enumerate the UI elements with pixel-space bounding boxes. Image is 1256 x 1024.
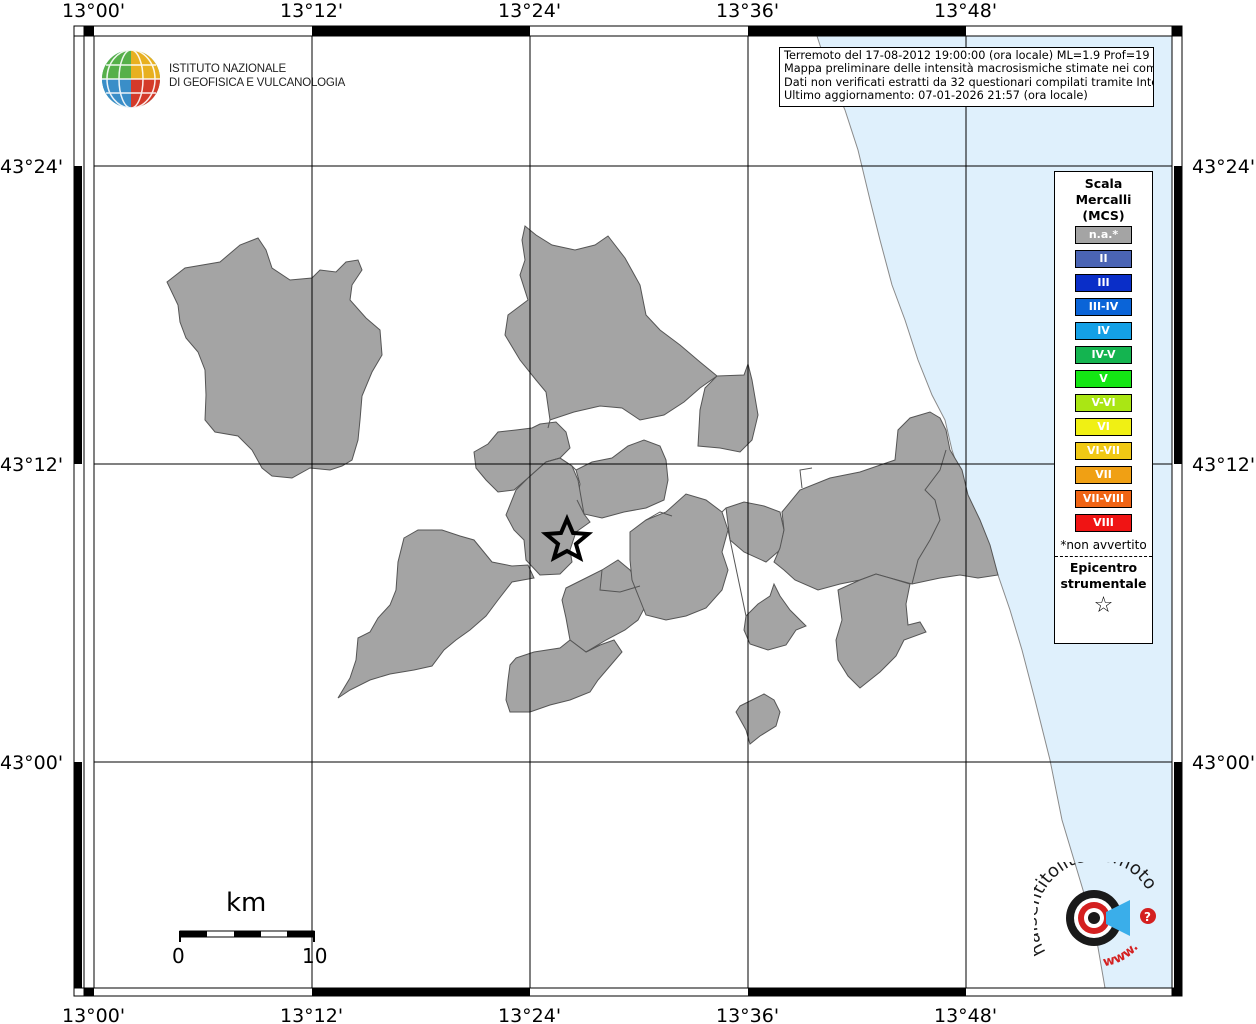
legend-items: n.a.* II III III-IV IV IV-V V V-VI VI VI-VII VII VI… [1055,226,1152,532]
lat-label: 43°24' [1192,156,1255,178]
event-info-line: Mappa preliminare delle intensità macros… [784,62,1154,76]
lat-labels-right: 43°24' 43°12' 43°00' [1192,156,1255,774]
legend-item: n.a.* [1075,226,1132,244]
event-info-box: Terremoto del 17-08-2012 19:00:00 (ora l… [779,47,1154,107]
legend-item: VI [1075,418,1132,436]
lat-label: 43°12' [0,454,63,476]
legend-item: VII-VIII [1075,490,1132,508]
lon-label: 13°36' [716,0,779,22]
ingv-name: ISTITUTO NAZIONALE DI GEOFISICA E VULCAN… [169,62,345,90]
hsit-logo: ? haisentitoilterremoto.it www. [1034,862,1161,970]
lon-label: 13°12' [280,1005,343,1024]
legend-item: III-IV [1075,298,1132,316]
legend-epicenter-label: Epicentro strumentale [1055,560,1152,592]
legend-item: II [1075,250,1132,268]
legend-title-line: (MCS) [1082,208,1125,223]
ingv-line2: DI GEOFISICA E VULCANOLOGIA [169,77,346,89]
legend-separator [1055,556,1152,557]
lat-label: 43°12' [1192,454,1255,476]
lon-label: 13°48' [934,1005,997,1024]
lon-label: 13°00' [62,0,125,22]
ingv-globe-icon [102,49,160,109]
event-info-line: Terremoto del 17-08-2012 19:00:00 (ora l… [784,49,1154,62]
legend-epicenter-line: strumentale [1060,576,1147,591]
lat-label: 43°00' [0,752,63,774]
legend-epicenter-line: Epicentro [1069,560,1138,575]
ingv-line1: ISTITUTO NAZIONALE [169,63,286,75]
svg-text:?: ? [1144,910,1151,924]
legend-item: III [1075,274,1132,292]
scale-start-label: 0 [172,944,185,968]
legend-title: Scala Mercalli (MCS) [1055,176,1152,224]
lon-label: 13°24' [498,0,561,22]
legend-title-line: Mercalli [1075,192,1132,207]
legend-title-line: Scala [1084,176,1123,191]
event-info-line: Dati non verificati estratti da 32 quest… [784,75,1154,89]
legend-item: VII [1075,466,1132,484]
legend-note: *non avvertito [1060,538,1147,552]
legend-item: IV-V [1075,346,1132,364]
hsit-bottom-text: www. [1102,940,1142,970]
lon-label: 13°12' [280,0,343,22]
star-icon: ☆ [1093,593,1114,618]
scale-end-label: 10 [302,944,328,968]
lon-label: 13°24' [498,1005,561,1024]
legend-item: IV [1075,322,1132,340]
scale-title: km [226,888,267,918]
mcs-legend: Scala Mercalli (MCS) n.a.* II III III-IV IV I… [1054,171,1153,644]
lon-label: 13°48' [934,0,997,22]
legend-item: V-VI [1075,394,1132,412]
lat-label: 43°24' [0,156,63,178]
lon-label: 13°36' [716,1005,779,1024]
legend-item: V [1075,370,1132,388]
event-info-line: Ultimo aggiornamento: 07-01-2026 21:57 (… [784,89,1088,103]
lon-label: 13°00' [62,1005,125,1024]
lon-labels-top: 13°00' 13°12' 13°24' 13°36' 13°48' [62,0,997,22]
lat-labels-left: 43°24' 43°12' 43°00' [0,156,63,774]
lon-labels-bottom: 13°00' 13°12' 13°24' 13°36' 13°48' [62,1005,997,1024]
legend-item: VIII [1075,514,1132,532]
legend-item: VI-VII [1075,442,1132,460]
lat-label: 43°00' [1192,752,1255,774]
